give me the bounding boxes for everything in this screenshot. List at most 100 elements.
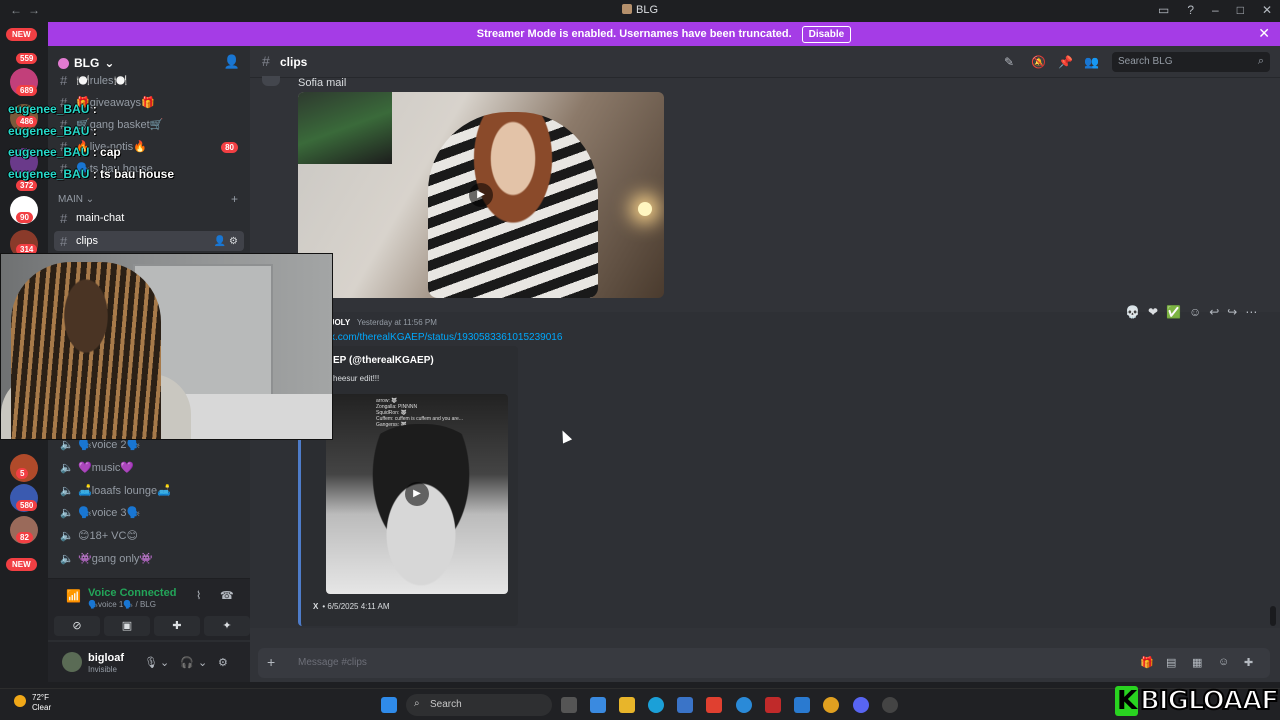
user-panel: bigloaf Invisible 🎙 ⌄ 🎧 ⌄ ⚙	[48, 642, 250, 682]
heart-reaction-icon[interactable]: ❤	[1148, 305, 1158, 319]
chat-username: eugenee_BAU	[8, 145, 90, 159]
task-view-icon[interactable]	[561, 697, 577, 713]
voice-channel[interactable]: 🔈 🗣️voice 3🗣️	[54, 502, 244, 522]
copilot-icon[interactable]	[590, 697, 606, 713]
embed-description: heesur edit!!!	[333, 374, 380, 383]
x-logo-icon: X	[313, 602, 319, 611]
forward-icon[interactable]: ↪	[1227, 305, 1237, 319]
app-icon[interactable]	[706, 697, 722, 713]
message-composer[interactable]: + Message #clips 🎁 ▤ ▦ ☺ ✚	[258, 648, 1270, 678]
category-main[interactable]: MAIN ⌄	[58, 194, 94, 205]
channel-settings-icon[interactable]: 👤 ⚙	[214, 236, 238, 247]
message-text: Sofia mail	[298, 77, 347, 89]
pin-icon[interactable]: 📌	[1058, 55, 1073, 69]
voice-channel-name[interactable]: 🗣️voice 1🗣️ / BLG	[88, 600, 156, 609]
chat-username: eugenee_BAU	[8, 124, 90, 138]
username[interactable]: bigloaf	[88, 652, 124, 664]
channel-item-main-chat[interactable]: # main-chat	[54, 208, 244, 228]
gear-icon[interactable]: ⚙	[218, 656, 228, 669]
voice-channel[interactable]: 🔈 😊18+ VC😊	[54, 525, 244, 545]
voice-connection-panel: 📶 Voice Connected 🗣️voice 1🗣️ / BLG ⌇ ☎ …	[48, 578, 250, 640]
camera-button[interactable]: ⊘	[54, 616, 100, 636]
message-link[interactable]: x.com/therealKGAEP/status/19305833610152…	[330, 332, 562, 343]
taskbar-search[interactable]: ⌕ Search	[406, 694, 552, 716]
mail-icon[interactable]	[794, 697, 810, 713]
soundboard-button[interactable]: ✦	[204, 616, 250, 636]
chat-text: : cap	[89, 145, 121, 159]
maximize-button[interactable]: □	[1237, 3, 1244, 17]
hash-icon: #	[60, 210, 68, 226]
voice-status[interactable]: Voice Connected	[88, 587, 176, 599]
close-banner-icon[interactable]: ✕	[1258, 25, 1270, 42]
avatar[interactable]	[262, 76, 280, 86]
threads-icon[interactable]: ✎	[1004, 55, 1014, 69]
create-channel-icon[interactable]: +	[231, 192, 238, 206]
voice-channel[interactable]: 🔈 🛋️loaafs lounge🛋️	[54, 480, 244, 500]
avatar[interactable]	[62, 652, 82, 672]
scrollbar[interactable]	[1270, 606, 1276, 626]
mic-icon[interactable]: 🎙	[144, 656, 158, 669]
invite-people-icon[interactable]: 👤	[224, 54, 240, 70]
voice-channel-label: 💜music💜	[78, 461, 135, 474]
noise-suppression-icon[interactable]: ⌇	[196, 589, 201, 602]
screen-share-button[interactable]: ▣	[104, 616, 150, 636]
hash-icon: #	[60, 72, 68, 88]
chrome-icon[interactable]	[823, 697, 839, 713]
edge-icon[interactable]	[648, 697, 664, 713]
start-icon[interactable]	[381, 697, 397, 713]
security-icon[interactable]	[765, 697, 781, 713]
channel-item[interactable]: # 🍽️rules🍽️	[54, 70, 244, 90]
discord-icon[interactable]	[853, 697, 869, 713]
member-list-icon[interactable]: 👥	[1084, 55, 1099, 69]
screen: ←→ BLG ▭ ? – □ ✕ Streamer Mode is enable…	[0, 0, 1280, 720]
apps-icon[interactable]: ✚	[1244, 656, 1253, 669]
help-icon[interactable]	[736, 697, 752, 713]
add-reaction-icon[interactable]: ☺	[1189, 305, 1201, 319]
store-icon[interactable]	[677, 697, 693, 713]
voice-channel[interactable]: 🔈 💜music💜	[54, 457, 244, 477]
channel-title: clips	[280, 55, 308, 69]
add-attachment-icon[interactable]: +	[267, 654, 275, 670]
embed-chat-lines: arrow: 🐺 Zongalla: PINNNN SquidRon: 🐺 Cu…	[376, 398, 506, 428]
notification-bell-icon[interactable]: 🔕	[1031, 55, 1046, 69]
main-panel: # clips ✎ 🔕 📌 👥 Search BLG ⌕ Sofia mail ▶…	[250, 46, 1280, 682]
help-icon[interactable]: ?	[1187, 3, 1194, 17]
weather-widget[interactable]: 72°F Clear	[14, 693, 51, 713]
video-attachment[interactable]: ▶	[298, 92, 664, 298]
play-icon[interactable]: ▶	[469, 183, 493, 207]
chevron-down-icon[interactable]: ⌄	[160, 656, 169, 669]
chevron-down-icon: ⌄	[104, 56, 115, 70]
reply-icon[interactable]: ↩	[1209, 305, 1219, 319]
skull-reaction-icon[interactable]: 💀	[1125, 305, 1140, 319]
mention-badge: 80	[221, 142, 238, 153]
app-icon[interactable]	[882, 697, 898, 713]
disconnect-icon[interactable]: ☎	[220, 589, 234, 602]
check-reaction-icon[interactable]: ✅	[1166, 305, 1181, 319]
chat-username: eugenee_BAU	[8, 167, 90, 181]
search-icon: ⌕	[1257, 55, 1264, 67]
server-header[interactable]: BLG ⌄	[58, 56, 114, 70]
brand-k: K	[1114, 686, 1139, 716]
embed-author[interactable]: EP (@therealKGAEP)	[333, 355, 434, 366]
server-logo-icon	[58, 57, 69, 69]
play-icon[interactable]: ▶	[405, 482, 429, 506]
sticker-icon[interactable]: ▦	[1192, 656, 1202, 669]
file-explorer-icon[interactable]	[619, 697, 635, 713]
message-meta: JOLY Yesterday at 11:56 PM	[330, 318, 437, 327]
channel-item-clips[interactable]: # clips 👤 ⚙	[54, 231, 244, 251]
disable-streamer-mode-button[interactable]: Disable	[801, 25, 852, 43]
search-input[interactable]: Search BLG ⌕	[1112, 52, 1270, 72]
emoji-icon[interactable]: ☺	[1218, 656, 1229, 668]
headphones-icon[interactable]: 🎧	[180, 656, 194, 669]
gift-icon[interactable]: 🎁	[1140, 656, 1154, 669]
close-window-button[interactable]: ✕	[1262, 3, 1272, 17]
gif-icon[interactable]: ▤	[1166, 656, 1176, 669]
voice-channel[interactable]: 🔈 👾gang only👾	[54, 548, 244, 568]
chevron-down-icon[interactable]: ⌄	[198, 656, 207, 669]
embed-video[interactable]: arrow: 🐺 Zongalla: PINNNN SquidRon: 🐺 Cu…	[326, 394, 508, 594]
inbox-icon[interactable]: ▭	[1158, 3, 1169, 17]
minimize-button[interactable]: –	[1212, 3, 1219, 17]
signal-icon[interactable]: 📶	[66, 589, 81, 603]
activities-button[interactable]: ✚	[154, 616, 200, 636]
more-icon[interactable]: ⋯	[1245, 305, 1257, 319]
